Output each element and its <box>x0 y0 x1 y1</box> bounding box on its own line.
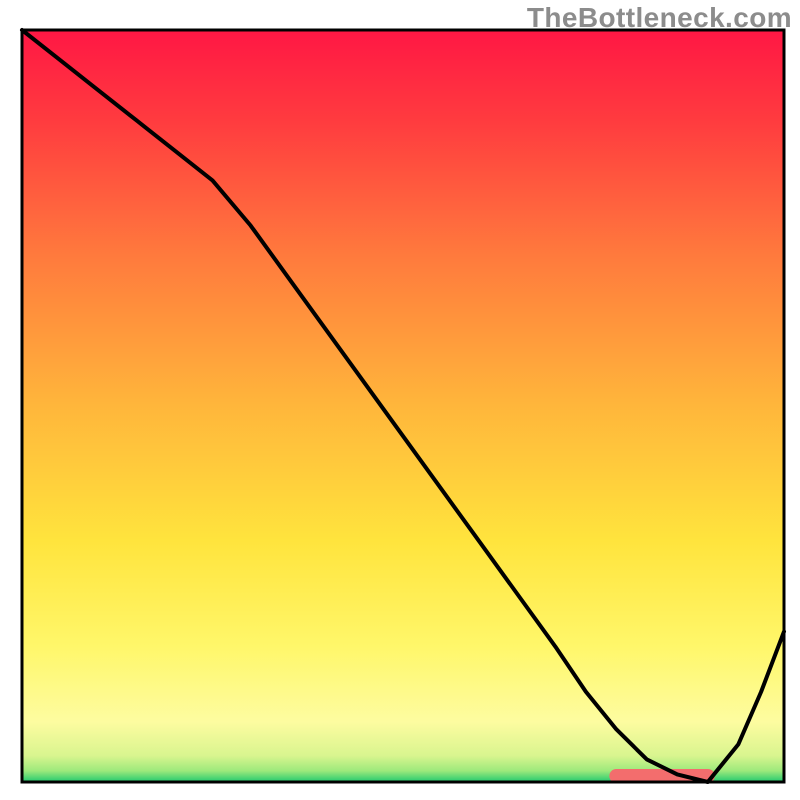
chart-container: TheBottleneck.com <box>0 0 800 800</box>
bottleneck-chart <box>0 0 800 800</box>
plot-background <box>22 30 784 782</box>
